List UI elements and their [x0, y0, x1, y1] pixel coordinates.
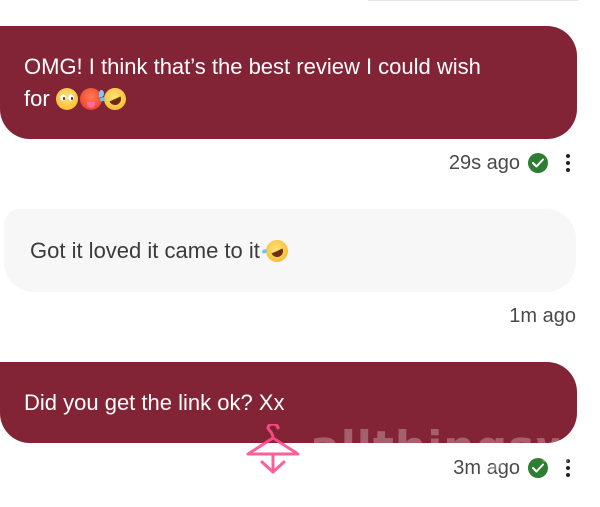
- timestamp: 29s ago: [448, 151, 520, 174]
- more-options-icon[interactable]: [560, 456, 576, 480]
- divider: [368, 0, 578, 1]
- timestamp: 1m ago: [509, 305, 576, 327]
- rofl-face-icon: [262, 235, 292, 266]
- message-text: OMG! I think that’s the best review I co…: [24, 51, 481, 115]
- timestamp: 3m ago: [453, 456, 520, 479]
- message-bubble-sent[interactable]: OMG! I think that’s the best review I co…: [0, 26, 577, 139]
- message-meta: 29s ago: [449, 151, 576, 175]
- message-text: Did you get the link ok? Xx: [24, 389, 285, 415]
- message-bubble-sent[interactable]: Did you get the link ok? Xx: [0, 362, 577, 443]
- message-text: Got it loved it came to it: [30, 235, 292, 267]
- pleading-face-icon: [55, 87, 78, 110]
- message-meta: 3m ago: [453, 456, 576, 480]
- rofl-face-icon: [100, 83, 130, 114]
- hot-face-icon: [79, 87, 104, 110]
- message-bubble-received[interactable]: Got it loved it came to it: [4, 209, 576, 292]
- chat-thread: OMG! I think that’s the best review I co…: [0, 0, 600, 507]
- message-text-line: OMG! I think that’s the best review I co…: [24, 53, 481, 79]
- message-text-line: Got it loved it came to it: [30, 237, 260, 263]
- message-text-line: for: [24, 85, 50, 111]
- check-circle-icon: [528, 153, 548, 173]
- more-options-icon[interactable]: [560, 151, 576, 175]
- message-meta: 1m ago: [509, 305, 576, 328]
- check-circle-icon: [528, 458, 548, 478]
